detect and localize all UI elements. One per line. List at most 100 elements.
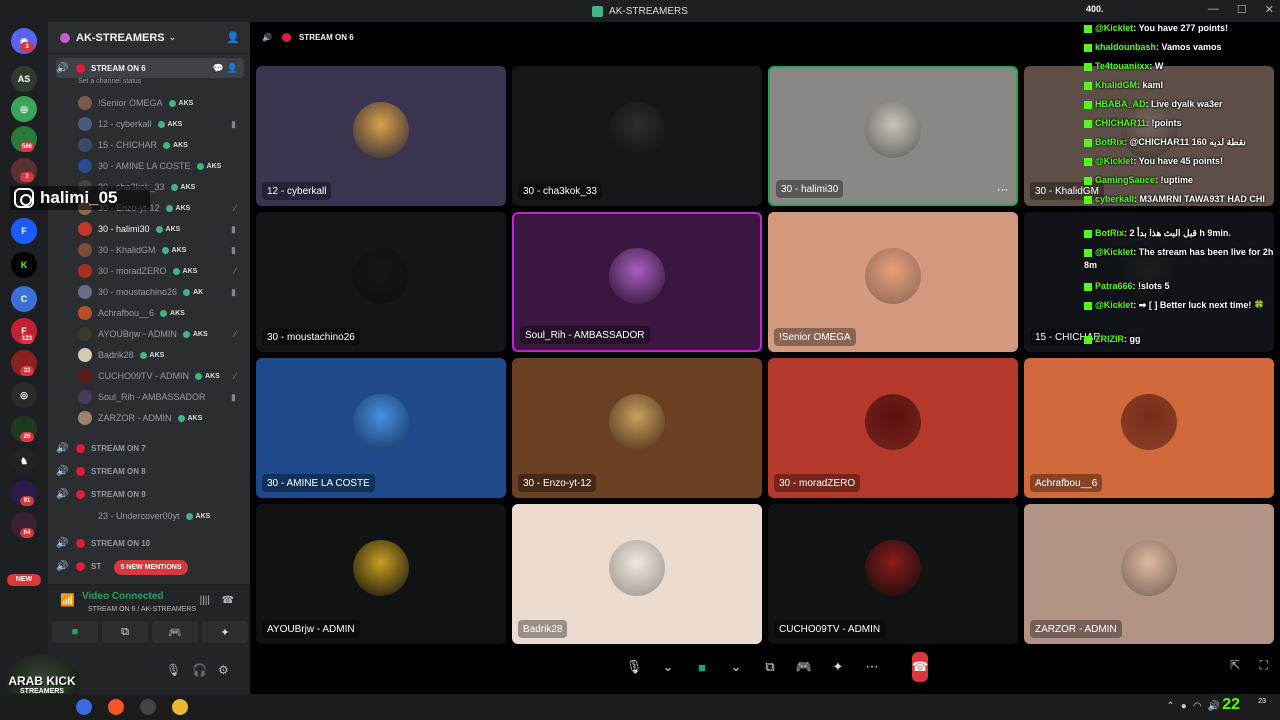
channel-status[interactable]: Set a channel status [78, 78, 141, 85]
headphones-icon[interactable]: 🎧 [192, 663, 207, 677]
mic-icon[interactable]: 🎙 [166, 663, 181, 677]
video-tile[interactable]: 30 - moustachino26 [256, 212, 506, 352]
activity-button[interactable]: 🎮 [152, 621, 198, 643]
chevron-up-icon[interactable]: ⌃ [1166, 701, 1174, 712]
share-screen-icon[interactable]: ⧉ [756, 653, 784, 681]
voice-channel-stream-10[interactable]: 🔊 STREAM ON 10 [56, 533, 244, 553]
video-tile[interactable]: 12 - cyberkall [256, 66, 506, 206]
voice-member[interactable]: Soul_Rih - AMBASSADOR ▮ [78, 387, 248, 407]
camera-button[interactable]: ■ [52, 621, 98, 643]
voice-member[interactable]: 15 - CHICHAR AKS [78, 135, 248, 155]
noise-suppression-icon[interactable]: |||| [200, 595, 210, 606]
activity-icon[interactable]: 🎮 [790, 653, 818, 681]
more-options-icon[interactable]: ⋯ [997, 183, 1008, 196]
tray-app-icon[interactable]: ● [1181, 701, 1187, 712]
voice-member[interactable]: 12 - cyberkall AKS ▮ [78, 114, 248, 134]
voice-member[interactable]: Achrafbou__6 AKS [78, 303, 248, 323]
video-tile[interactable]: Badrik28 [512, 504, 762, 644]
server-header[interactable]: AK-STREAMERS ⌄ 👤 [48, 22, 250, 54]
voice-member[interactable]: 23 - Undercover00yt AKS [78, 506, 248, 526]
server-icon[interactable]: C [11, 286, 37, 312]
soundboard-button[interactable]: ✦ [202, 621, 248, 643]
voice-member[interactable]: 30 - moradZERO AKS ⁄ [78, 261, 248, 281]
chat-message: CHICHAR11: !points [1084, 117, 1280, 130]
voice-member[interactable]: 30 - halimi30 AKS ▮ [78, 219, 248, 239]
voice-member[interactable]: ZARZOR - ADMIN AKS [78, 408, 248, 428]
participant-avatar [1121, 394, 1177, 450]
video-tile[interactable]: Achrafbou__6 [1024, 358, 1274, 498]
chat-text: : You have 277 points! [1133, 23, 1228, 33]
server-badge-icon [60, 32, 70, 43]
kick-server-icon[interactable]: K [11, 252, 37, 278]
chat-message: GamingSauce: !uptime [1084, 174, 1280, 187]
video-tile[interactable]: Soul_Rih - AMBASSADOR [512, 212, 762, 352]
chat-text: : 2 قبل البث هذا بدأ h 9min. [1124, 228, 1231, 238]
app-icon [592, 5, 604, 17]
chat-text: : ➡ [ ] Better luck next time! 🍀 [1133, 300, 1266, 310]
video-tile[interactable]: 30 - AMINE LA COSTE [256, 358, 506, 498]
wifi-icon[interactable]: ◠ [1193, 701, 1202, 712]
video-tile[interactable]: 30 - halimi30 ⋯ [768, 66, 1018, 206]
chat-icon[interactable]: 💬 [213, 63, 224, 74]
speaker-icon: 🔊 [262, 32, 272, 42]
speaker-icon: 🔊 [56, 62, 69, 74]
chevron-down-icon[interactable]: ⌄ [722, 653, 750, 681]
voice-location[interactable]: STREAM ON 6 / AK-STREAMERS [88, 606, 196, 613]
kick-badge-icon [1084, 176, 1092, 185]
server-icon[interactable]: ◎ [11, 382, 37, 408]
channel-label: STREAM ON 6 [91, 63, 146, 73]
voice-member[interactable]: 30 - KhalidGM AKS ▮ [78, 240, 248, 260]
new-mentions-pill[interactable]: 5 NEW MENTIONS [114, 560, 188, 575]
popout-icon[interactable]: ⇱ [1230, 658, 1240, 672]
participant-avatar [353, 102, 409, 158]
clock[interactable]: 23 [1258, 697, 1266, 706]
badge: 91 [20, 496, 34, 506]
video-tile[interactable]: CUCHO09TV - ADMIN [768, 504, 1018, 644]
taskbar-app-icon[interactable] [76, 699, 92, 715]
disconnect-icon[interactable]: ☎ [222, 595, 234, 606]
video-tile[interactable]: 30 - moradZERO [768, 358, 1018, 498]
gear-icon[interactable]: ⚙ [218, 663, 229, 677]
video-tile[interactable]: 30 - cha3kok_33 [512, 66, 762, 206]
voice-member[interactable]: AYOUBrjw - ADMIN AKS ⁄ [78, 324, 248, 344]
voice-channel-stream-9[interactable]: 🔊 STREAM ON 9 [56, 484, 244, 504]
voice-member[interactable]: 30 - AMINE LA COSTE AKS [78, 156, 248, 176]
video-tile[interactable]: 30 - Enzo-yt-12 [512, 358, 762, 498]
video-tile[interactable]: ZARZOR - ADMIN [1024, 504, 1274, 644]
participant-label: Achrafbou__6 [1030, 474, 1103, 492]
brave-icon[interactable] [108, 699, 124, 715]
badge: 566 [20, 142, 35, 152]
video-tile[interactable]: AYOUBrjw - ADMIN [256, 504, 506, 644]
voice-channel-stream-6[interactable]: 🔊 STREAM ON 6 💬 👤 [56, 58, 244, 78]
chat-message: Te4touaniixx: W [1084, 60, 1280, 73]
mic-icon[interactable]: 🎙 [620, 653, 648, 681]
voice-member[interactable]: !Senior OMEGA AKS [78, 93, 248, 113]
voice-member[interactable]: Badrik28 AKS [78, 345, 248, 365]
add-member-icon[interactable]: 👤 [227, 63, 238, 74]
fullscreen-icon[interactable]: ⛶ [1260, 658, 1268, 673]
add-user-icon[interactable]: 👤 [226, 31, 240, 44]
video-tile[interactable]: !Senior OMEGA [768, 212, 1018, 352]
share-screen-button[interactable]: ⧉ [102, 621, 148, 643]
server-icon[interactable]: ♞ [11, 448, 37, 474]
speaker-icon: 🔊 [56, 488, 69, 500]
avatar [78, 222, 92, 236]
volume-icon[interactable]: 🔊 [1208, 701, 1220, 712]
voice-member[interactable]: 30 - moustachino26 AK ▮ [78, 282, 248, 302]
server-icon[interactable]: F [11, 218, 37, 244]
voice-member[interactable]: CUCHO09TV - ADMIN AKS ⁄ [78, 366, 248, 386]
voice-channel-stream-7[interactable]: 🔊 STREAM ON 7 [56, 438, 244, 458]
more-icon[interactable]: ⋯ [858, 653, 886, 681]
camera-icon[interactable]: ■ [688, 653, 716, 681]
soundboard-icon[interactable]: ✦ [824, 653, 852, 681]
badge: 33 [20, 366, 34, 376]
voice-channel-stream-8[interactable]: 🔊 STREAM ON 8 [56, 461, 244, 481]
server-icon[interactable]: AS [11, 66, 37, 92]
server-icon[interactable]: ◎ [11, 96, 37, 122]
chevron-down-icon[interactable]: ⌄ [654, 653, 682, 681]
disconnect-button[interactable]: ☎ [912, 652, 929, 682]
obs-icon[interactable] [140, 699, 156, 715]
chrome-icon[interactable] [172, 699, 188, 715]
chat-username: GamingSauce [1095, 175, 1156, 185]
speaker-icon: 🔊 [56, 560, 69, 572]
